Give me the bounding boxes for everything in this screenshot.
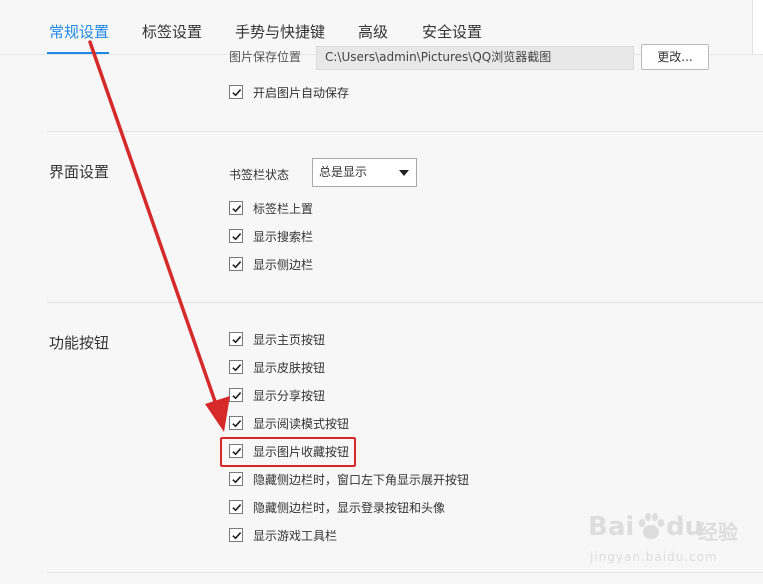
section-divider [47,131,763,132]
bookmark-bar-status-label: 书签栏状态 [229,168,290,182]
option-label: 显示游戏工具栏 [253,528,338,543]
active-tab-indicator [47,52,109,54]
checkbox[interactable] [229,201,243,215]
checkbox[interactable] [229,416,243,430]
option-label: 显示阅读模式按钮 [253,416,350,431]
baidu-jingyan-watermark: Bai du 经验 jingyan.baidu.com [588,510,748,574]
image-save-path-field[interactable]: C:\Users\admin\Pictures\QQ浏览器截图 [316,46,634,70]
checkbox[interactable] [229,229,243,243]
checkbox[interactable] [229,500,243,514]
tab-advanced[interactable]: 高级 [358,21,388,42]
option-label: 标签栏上置 [253,201,314,216]
paw-icon [638,513,665,539]
bookmark-bar-status-select[interactable]: 总是显示 [312,158,417,187]
annotation-arrow [88,40,230,432]
watermark-site: 经验 [698,520,738,544]
option-label: 隐藏侧边栏时，窗口左下角显示展开按钮 [253,472,470,487]
auto-save-label: 开启图片自动保存 [253,85,350,100]
auto-save-images-option[interactable]: 开启图片自动保存 [229,83,349,101]
tab-security[interactable]: 安全设置 [422,21,482,42]
show-skin-button-option[interactable]: 显示皮肤按钮 [229,358,325,376]
bookmark-bar-status-value: 总是显示 [319,165,368,179]
window-edge [752,0,763,54]
watermark-brand: Bai [588,512,635,542]
option-label: 隐藏侧边栏时，显示登录按钮和头像 [253,500,446,515]
function-buttons-title: 功能按钮 [49,334,110,352]
sidebar-login-avatar-option[interactable]: 隐藏侧边栏时，显示登录按钮和头像 [229,498,445,516]
checkbox[interactable] [229,257,243,271]
auto-save-checkbox[interactable] [229,85,243,99]
change-path-button[interactable]: 更改... [641,44,709,70]
option-label: 显示侧边栏 [253,257,314,272]
option-label: 显示主页按钮 [253,332,326,347]
show-search-bar-option[interactable]: 显示搜索栏 [229,227,313,245]
show-reading-mode-button-option[interactable]: 显示阅读模式按钮 [229,414,349,432]
show-game-toolbar-option[interactable]: 显示游戏工具栏 [229,526,337,544]
option-label: 显示分享按钮 [253,388,326,403]
watermark-url: jingyan.baidu.com [590,550,718,564]
dropdown-caret-icon [399,170,409,176]
sidebar-expand-button-option[interactable]: 隐藏侧边栏时，窗口左下角显示展开按钮 [229,470,469,488]
section-divider [47,302,763,303]
tab-gestures-shortcuts[interactable]: 手势与快捷键 [235,21,325,42]
show-home-button-option[interactable]: 显示主页按钮 [229,330,325,348]
option-label: 显示皮肤按钮 [253,360,326,375]
image-save-location-label: 图片保存位置 [229,50,302,64]
checkbox[interactable] [229,472,243,486]
checkbox[interactable] [229,528,243,542]
checkbox[interactable] [229,332,243,346]
checkbox[interactable] [229,360,243,374]
tab-bar-on-top-option[interactable]: 标签栏上置 [229,199,313,217]
tab-general[interactable]: 常规设置 [49,21,109,42]
show-sidebar-option[interactable]: 显示侧边栏 [229,255,313,273]
checkbox[interactable] [229,388,243,402]
tab-tabs[interactable]: 标签设置 [142,21,202,42]
show-share-button-option[interactable]: 显示分享按钮 [229,386,325,404]
option-label: 显示搜索栏 [253,229,314,244]
interface-settings-title: 界面设置 [49,163,110,181]
highlight-box [220,437,356,467]
